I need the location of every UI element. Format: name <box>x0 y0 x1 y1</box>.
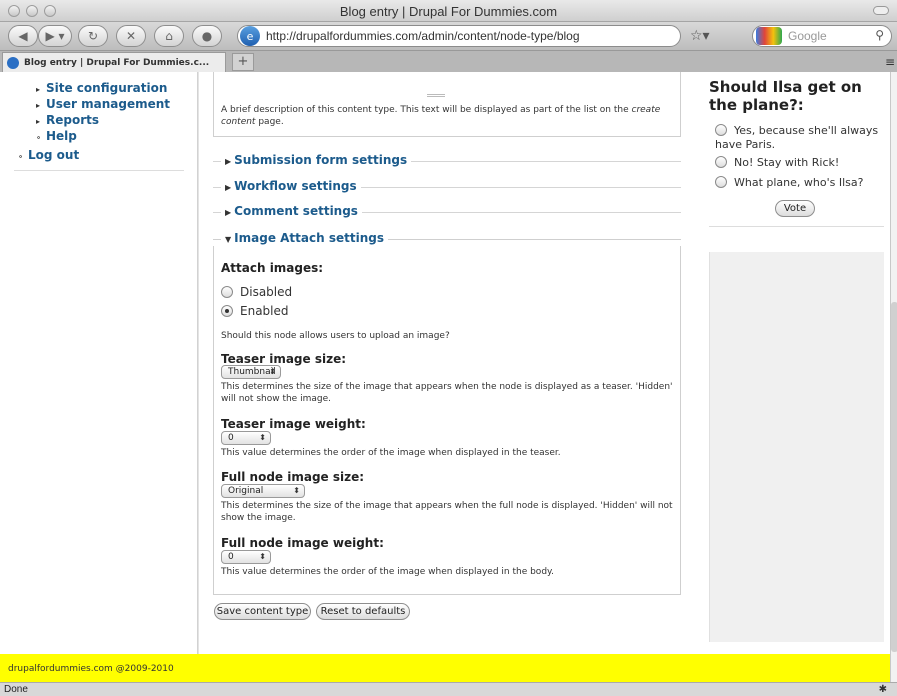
sidebar-item-reports[interactable]: ▸ Reports <box>36 113 99 127</box>
collapsed-arrow-icon: ▶ <box>225 157 232 166</box>
teaser-image-weight-label: Teaser image weight: <box>221 417 366 431</box>
fieldset-submission-form-settings[interactable]: ▶ Submission form settings <box>213 153 681 169</box>
poll-title: Should Ilsa get on the plane?: <box>709 78 862 114</box>
theme-button[interactable]: ● <box>192 25 222 47</box>
fieldset-workflow-settings[interactable]: ▶ Workflow settings <box>213 179 681 195</box>
forward-arrow-icon: ▶ ▾ <box>45 29 65 43</box>
globe-icon: ● <box>201 29 213 43</box>
reset-to-defaults-button[interactable]: Reset to defaults <box>316 603 410 620</box>
sidebar-item-log-out[interactable]: ∘ Log out <box>18 148 79 162</box>
tab-label: Blog entry | Drupal For Dummies.c... <box>24 57 210 68</box>
full-node-image-size-select[interactable]: Original ⬍ <box>221 484 305 498</box>
window-titlebar: Blog entry | Drupal For Dummies.com <box>0 0 897 22</box>
poll-option-3-radio[interactable] <box>715 176 727 188</box>
right-sidebar-panel <box>709 252 884 642</box>
status-text: Done <box>4 684 28 695</box>
site-identity-icon[interactable]: e <box>240 26 260 46</box>
full-node-image-weight-select[interactable]: 0 ⬍ <box>221 550 271 564</box>
select-arrows-icon: ⬍ <box>293 486 300 495</box>
main-content: A brief description of this content type… <box>199 72 697 654</box>
fieldset-comment-settings[interactable]: ▶ Comment settings <box>213 204 681 220</box>
status-bar: Done ✱ <box>0 682 897 696</box>
collapsed-arrow-icon: ▶ <box>225 183 232 192</box>
vote-button[interactable]: Vote <box>775 200 815 217</box>
radio-enabled-input[interactable] <box>221 305 233 317</box>
stop-icon: ✕ <box>125 29 137 43</box>
teaser-image-weight-help: This value determines the order of the i… <box>221 448 561 458</box>
search-engine-icon[interactable] <box>756 27 782 45</box>
search-icon[interactable]: ⚲ <box>875 28 884 42</box>
attach-images-help: Should this node allows users to upload … <box>221 331 450 341</box>
teaser-image-size-help: This determines the size of the image th… <box>221 382 673 404</box>
reload-icon: ↻ <box>87 29 99 43</box>
radio-disabled-input[interactable] <box>221 286 233 298</box>
expanded-arrow-icon: ▼ <box>225 235 232 244</box>
page-footer: drupalfordummies.com @2009-2010 <box>0 654 890 682</box>
scrollbar-thumb[interactable] <box>891 302 897 652</box>
attach-images-label: Attach images: <box>221 261 324 275</box>
poll-divider <box>709 226 884 227</box>
full-node-image-weight-label: Full node image weight: <box>221 536 384 550</box>
teaser-image-weight-select[interactable]: 0 ⬍ <box>221 431 271 445</box>
save-content-type-button[interactable]: Save content type <box>214 603 311 620</box>
tab-list-icon[interactable]: ≡ <box>885 55 895 69</box>
poll-option-2[interactable]: No! Stay with Rick! <box>715 156 885 170</box>
tab-bar: Blog entry | Drupal For Dummies.c... + ≡ <box>0 50 897 72</box>
radio-disabled[interactable]: Disabled <box>221 285 292 299</box>
full-node-image-size-label: Full node image size: <box>221 470 365 484</box>
forward-button[interactable]: ▶ ▾ <box>38 25 72 47</box>
select-arrows-icon: ⬍ <box>259 433 266 442</box>
back-arrow-icon: ◀ <box>18 29 28 43</box>
collapsed-arrow-icon: ▶ <box>225 208 232 217</box>
window-title: Blog entry | Drupal For Dummies.com <box>339 4 558 19</box>
reload-button[interactable]: ↻ <box>78 25 108 47</box>
tab-blog-entry[interactable]: Blog entry | Drupal For Dummies.c... <box>2 52 226 72</box>
select-arrows-icon: ⬍ <box>259 552 266 561</box>
address-bar[interactable]: e http://drupalfordummies.com/admin/cont… <box>237 25 681 47</box>
search-box[interactable]: Google ⚲ <box>752 25 892 47</box>
favicon-icon <box>7 56 19 69</box>
address-url: http://drupalfordummies.com/admin/conten… <box>266 29 580 43</box>
image-attach-legend[interactable]: ▼ Image Attach settings <box>221 231 388 245</box>
poll-option-2-radio[interactable] <box>715 156 727 168</box>
home-icon: ⌂ <box>165 29 173 43</box>
full-node-image-size-help: This determines the size of the image th… <box>221 501 673 523</box>
sidebar-divider <box>14 170 184 171</box>
page-viewport: ▸ Site configuration ▸ User management ▸ Re… <box>0 72 890 654</box>
vertical-scrollbar[interactable] <box>890 72 897 682</box>
toolbar-toggle-button[interactable] <box>873 6 889 15</box>
footer-text: drupalfordummies.com @2009-2010 <box>8 664 174 674</box>
left-sidebar: ▸ Site configuration ▸ User management ▸ Re… <box>0 72 198 654</box>
poll-option-3[interactable]: What plane, who's Ilsa? <box>715 176 885 190</box>
addon-gear-icon[interactable]: ✱ <box>879 683 887 696</box>
new-tab-button[interactable]: + <box>232 53 254 71</box>
select-arrows-icon: ⬍ <box>269 367 276 376</box>
textarea-resize-grip[interactable] <box>427 94 445 97</box>
right-sidebar: Should Ilsa get on the plane?: Yes, beca… <box>697 72 890 654</box>
search-placeholder: Google <box>788 29 827 43</box>
back-button[interactable]: ◀ <box>8 25 38 47</box>
poll-option-1[interactable]: Yes, because she'll always have Paris. <box>715 124 885 152</box>
poll-option-1-radio[interactable] <box>715 124 727 136</box>
browser-toolbar: ◀ ▶ ▾ ↻ ✕ ⌂ ● e http://drupalfordummies.… <box>0 22 897 50</box>
teaser-image-size-select[interactable]: Thumbnail ⬍ <box>221 365 281 379</box>
home-button[interactable]: ⌂ <box>154 25 184 47</box>
bookmark-star-icon[interactable]: ☆▾ <box>690 28 710 44</box>
sidebar-item-site-configuration[interactable]: ▸ Site configuration <box>36 81 167 95</box>
sidebar-item-user-management[interactable]: ▸ User management <box>36 97 170 111</box>
stop-button[interactable]: ✕ <box>116 25 146 47</box>
description-help-text: A brief description of this content type… <box>221 105 661 127</box>
radio-enabled[interactable]: Enabled <box>221 304 289 318</box>
full-node-image-weight-help: This value determines the order of the i… <box>221 567 554 577</box>
teaser-image-size-label: Teaser image size: <box>221 352 347 366</box>
sidebar-item-help[interactable]: ∘ Help <box>36 129 77 143</box>
